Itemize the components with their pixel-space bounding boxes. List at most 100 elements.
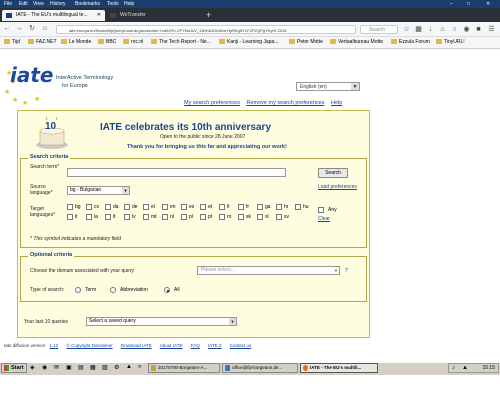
new-tab-button[interactable]: + (206, 10, 211, 20)
maximize-icon[interactable]: □ (467, 1, 470, 7)
bookmark-item[interactable]: Le Monde (61, 39, 91, 46)
my-search-preferences-link[interactable]: My search preferences (184, 100, 240, 106)
browser-search-input[interactable]: Search (360, 25, 398, 34)
bookmark-item[interactable]: The Tech Report - Ne... (151, 39, 211, 46)
faq-link[interactable]: FAQ (191, 343, 200, 348)
type-all-radio[interactable] (164, 287, 170, 293)
target-lang-checkbox-de[interactable] (124, 204, 130, 210)
hamburger-menu-icon[interactable]: ☰ (487, 25, 496, 34)
domain-help-icon[interactable]: ? (345, 268, 348, 274)
target-lang-checkbox-fi[interactable] (219, 204, 225, 210)
load-preferences-link[interactable]: Load preferences (318, 184, 358, 190)
quicklaunch-firefox-icon[interactable]: ◉ (42, 364, 47, 371)
target-lang-checkbox-it[interactable] (67, 214, 73, 220)
source-language-select[interactable]: bg - Bulgarian ▼ (67, 186, 130, 195)
menu-edit[interactable]: Edit (19, 1, 28, 7)
forward-icon[interactable]: → (14, 24, 24, 34)
target-lang-checkbox-hr[interactable] (276, 204, 282, 210)
search-button[interactable]: Search (318, 168, 348, 178)
target-lang-checkbox-sk[interactable] (238, 214, 244, 220)
target-lang-checkbox-cs[interactable] (86, 204, 92, 210)
menu-tools[interactable]: Tools (107, 1, 119, 7)
bookmark-item[interactable]: Ezzula Forum (391, 39, 430, 46)
tab-iate[interactable]: IATE - The EU's multilingual te... ✕ (2, 10, 105, 21)
bookmark-item[interactable]: FAZ.NET (28, 39, 57, 46)
domain-select[interactable]: Please select... ▼ (197, 266, 340, 275)
target-lang-checkbox-pl[interactable] (181, 214, 187, 220)
help-link[interactable]: Help (331, 100, 342, 106)
close-window-icon[interactable]: ✕ (486, 1, 490, 7)
bookmark-item[interactable]: Vertaalbureau Motte (330, 39, 383, 46)
copyright-link[interactable]: © Copyright Disclaimer (67, 343, 113, 348)
target-lang-checkbox-el[interactable] (143, 204, 149, 210)
quicklaunch-settings-icon[interactable]: ⚙ (114, 364, 119, 371)
task-firefox[interactable]: IATE - The EU's multili... (300, 363, 378, 373)
interface-language-select[interactable]: English (en) ▼ (296, 82, 360, 91)
target-lang-checkbox-da[interactable] (105, 204, 111, 210)
target-lang-checkbox-mt[interactable] (143, 214, 149, 220)
target-lang-checkbox-lt[interactable] (105, 214, 111, 220)
bookmark-star-icon[interactable]: ☆ (402, 25, 411, 34)
about-iate-link[interactable]: About IATE (160, 343, 183, 348)
task-folder[interactable]: 20170700-Borgeann-A... (148, 363, 220, 373)
target-lang-checkbox-lv[interactable] (124, 214, 130, 220)
home-icon[interactable]: ⌂ (40, 24, 50, 34)
type-abbreviation-radio[interactable] (110, 287, 116, 293)
quicklaunch-mail-icon[interactable]: ✉ (54, 364, 59, 371)
contact-us-link[interactable]: Contact us (230, 343, 252, 348)
remove-preferences-link[interactable]: Remove my search preferences (246, 100, 324, 106)
tab-wetransfer[interactable]: WeTransfer (106, 10, 202, 21)
task-mail[interactable]: office@fijt-borgeann.de... (222, 363, 298, 373)
search-term-input[interactable] (67, 168, 286, 177)
saved-query-select[interactable]: Select a saved query ▼ (86, 317, 237, 326)
quicklaunch-app-icon[interactable]: ▦ (90, 364, 96, 371)
target-lang-checkbox-fr[interactable] (238, 204, 244, 210)
menu-file[interactable]: File (4, 1, 12, 7)
target-lang-checkbox-ro[interactable] (219, 214, 225, 220)
target-lang-checkbox-nl[interactable] (162, 214, 168, 220)
bookmark-item[interactable]: nrc.nl (123, 39, 143, 46)
back-icon[interactable]: ← (2, 24, 12, 34)
library-icon[interactable]: ▦ (414, 25, 423, 34)
target-lang-checkbox-sl[interactable] (257, 214, 263, 220)
download-icon[interactable]: ↓ (426, 25, 435, 34)
quicklaunch-explorer-icon[interactable]: ◈ (30, 364, 35, 371)
sync-icon[interactable]: ○ (450, 25, 459, 34)
target-lang-checkbox-sv[interactable] (276, 214, 282, 220)
target-lang-checkbox-es[interactable] (181, 204, 187, 210)
bookmark-item[interactable]: Tijd (4, 39, 20, 46)
clear-link[interactable]: Clear (318, 216, 330, 222)
quicklaunch-desktop-icon[interactable]: ▧ (102, 364, 108, 371)
bookmark-item[interactable]: BBC (98, 39, 116, 46)
url-bar[interactable]: iate.europa.eu/SearchByQueryLoad.do;jses… (56, 25, 356, 34)
bookmark-item[interactable]: Kanji - Learning Japa... (219, 39, 278, 46)
close-tab-icon[interactable]: ✕ (97, 10, 101, 21)
target-lang-checkbox-ga[interactable] (257, 204, 263, 210)
menu-view[interactable]: View (33, 1, 44, 7)
target-lang-checkbox-et[interactable] (200, 204, 206, 210)
pocket-icon[interactable]: ◉ (462, 25, 471, 34)
target-lang-checkbox-bg[interactable] (67, 204, 73, 210)
quicklaunch-word-icon[interactable]: ▣ (66, 364, 72, 371)
version-link[interactable]: 1.12 (49, 343, 58, 348)
target-lang-checkbox-en[interactable] (162, 204, 168, 210)
download-iate-link[interactable]: Download IATE (121, 343, 152, 348)
target-lang-checkbox-la[interactable] (86, 214, 92, 220)
extension-icon[interactable]: ■ (474, 25, 483, 34)
network-icon[interactable]: ▲ (462, 364, 468, 372)
quicklaunch-shield-icon[interactable]: ▲ (126, 364, 132, 370)
any-language-checkbox[interactable] (318, 207, 324, 213)
speaker-icon[interactable]: ♪ (452, 364, 455, 372)
home-toolbar-icon[interactable]: ⌂ (438, 25, 447, 34)
bookmark-item[interactable]: Peter Motte (289, 39, 323, 46)
iate2-link[interactable]: IATE 2 (208, 343, 221, 348)
target-lang-checkbox-pt[interactable] (200, 214, 206, 220)
menu-history[interactable]: History (50, 1, 66, 7)
type-term-radio[interactable] (75, 287, 81, 293)
menu-bookmarks[interactable]: Bookmarks (75, 1, 100, 7)
start-button[interactable]: Start (1, 363, 27, 373)
quicklaunch-more-icon[interactable]: » (138, 364, 141, 370)
menu-help[interactable]: Help (124, 1, 134, 7)
quicklaunch-folder-icon[interactable]: ▤ (78, 364, 84, 371)
target-lang-checkbox-hu[interactable] (295, 204, 301, 210)
